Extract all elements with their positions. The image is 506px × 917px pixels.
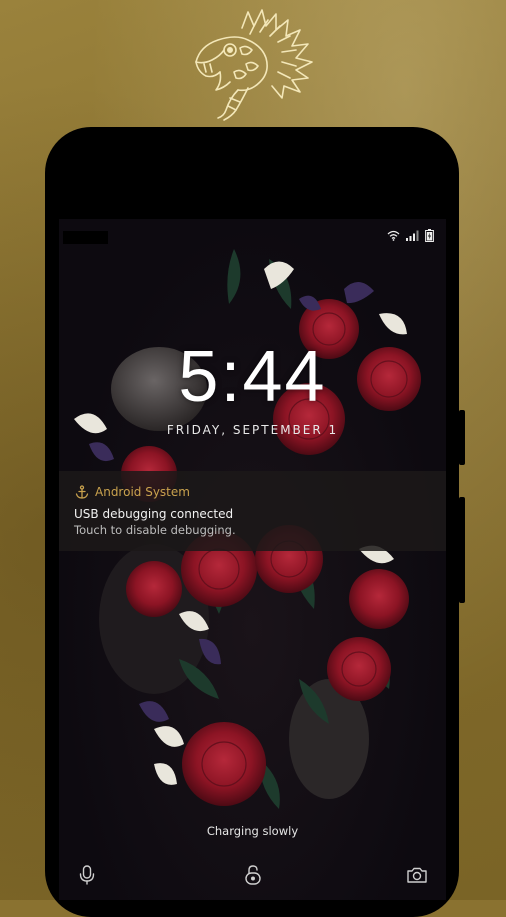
serpent-logo: [195, 9, 313, 121]
charging-status: Charging slowly: [206, 824, 299, 838]
camera-icon[interactable]: [405, 863, 429, 887]
anchor-icon: [75, 485, 89, 499]
phone-side-button: [459, 410, 465, 465]
signal-icon: [406, 230, 419, 241]
notification-text: Touch to disable debugging.: [74, 523, 236, 537]
lock-screen: 5:44 FRIDAY, SEPTEMBER 1 Android System …: [59, 219, 446, 900]
lock-clock: 5:44: [178, 337, 327, 417]
carrier-redaction: [63, 231, 108, 244]
battery-charging-icon: [425, 229, 434, 242]
lock-date: FRIDAY, SEPTEMBER 1: [166, 423, 339, 437]
wifi-icon: [387, 230, 400, 241]
unlock-icon[interactable]: [241, 863, 265, 887]
phone-volume-button: [459, 497, 465, 603]
floral-wallpaper: [74, 249, 421, 809]
notification-header: Android System: [75, 485, 190, 499]
status-bar: [59, 219, 446, 255]
notification-app-name: Android System: [95, 485, 190, 499]
status-icons: [387, 229, 434, 242]
voice-assist-icon[interactable]: [75, 863, 99, 887]
notification-card[interactable]: Android System USB debugging connected T…: [59, 471, 446, 551]
notification-title: USB debugging connected: [74, 507, 234, 521]
